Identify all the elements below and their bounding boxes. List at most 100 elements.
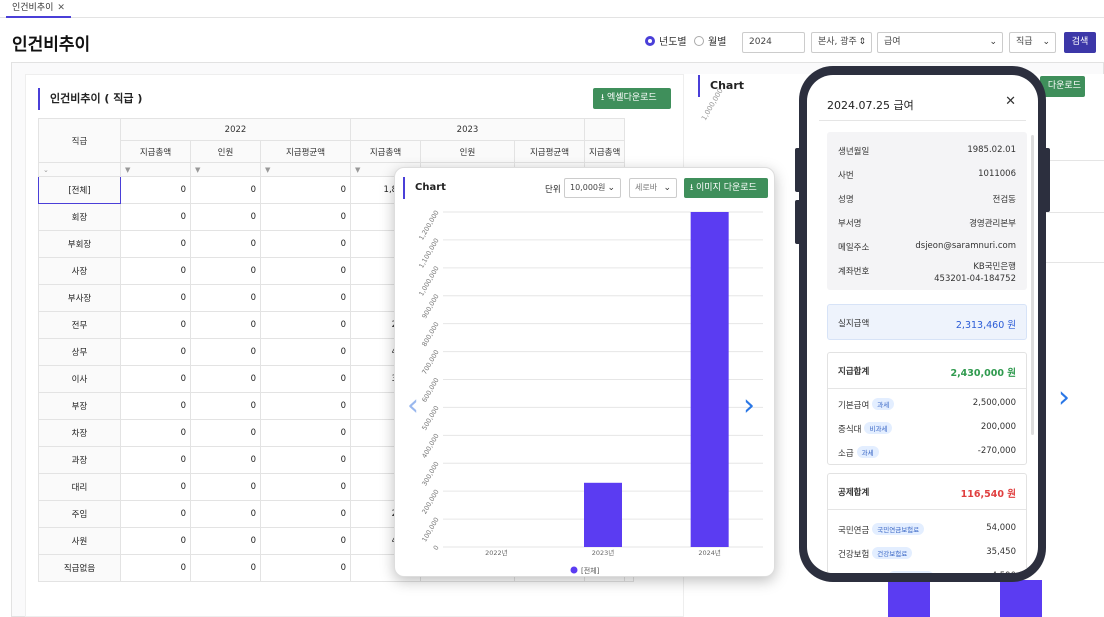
cell[interactable]: 0: [120, 365, 191, 393]
bar[interactable]: [584, 482, 622, 547]
row-label[interactable]: 사장: [38, 257, 121, 285]
cell[interactable]: 0: [190, 284, 261, 312]
cell[interactable]: 0: [260, 446, 351, 474]
cell[interactable]: 0: [190, 473, 261, 501]
header-rank[interactable]: 직급: [38, 118, 121, 163]
tax-tag: 건강보험료: [872, 547, 913, 559]
cell[interactable]: 0: [260, 365, 351, 393]
header-year-2022: 2022: [120, 118, 351, 141]
pay-type-select[interactable]: 급여 ⌄: [877, 32, 1003, 53]
filter-icon[interactable]: ▼: [260, 162, 351, 177]
cell[interactable]: 0: [120, 473, 191, 501]
cell[interactable]: 0: [260, 554, 351, 582]
cell[interactable]: 0: [190, 203, 261, 231]
row-label[interactable]: 과장: [38, 446, 121, 474]
cell[interactable]: 0: [120, 527, 191, 555]
next-arrow-icon[interactable]: ›: [1058, 380, 1070, 415]
cell[interactable]: 0: [260, 230, 351, 258]
info-key: 성명: [838, 195, 854, 205]
cell[interactable]: 0: [190, 554, 261, 582]
tax-tag: 과세: [856, 446, 879, 458]
legend-marker: [570, 566, 578, 574]
cell[interactable]: 0: [120, 392, 191, 420]
subheader[interactable]: 지급평균액: [514, 140, 585, 163]
cell[interactable]: 0: [190, 230, 261, 258]
cell[interactable]: 0: [120, 257, 191, 285]
subheader[interactable]: 지급총액: [350, 140, 421, 163]
cell[interactable]: 0: [120, 203, 191, 231]
row-label[interactable]: 부장: [38, 392, 121, 420]
radio-monthly[interactable]: 월별: [694, 36, 726, 50]
radio-yearly[interactable]: 년도별: [645, 36, 687, 50]
cell[interactable]: 0: [260, 392, 351, 420]
prev-arrow-icon[interactable]: ‹: [407, 388, 419, 423]
cell[interactable]: 0: [260, 257, 351, 285]
row-label[interactable]: 차장: [38, 419, 121, 447]
cell[interactable]: 0: [120, 338, 191, 366]
row-label[interactable]: 이사: [38, 365, 121, 393]
subheader[interactable]: 인원: [190, 140, 261, 163]
cell[interactable]: 0: [260, 473, 351, 501]
row-label[interactable]: 부사장: [38, 284, 121, 312]
next-arrow-icon[interactable]: ›: [743, 388, 755, 423]
row-label[interactable]: 대리: [38, 473, 121, 501]
cell[interactable]: 0: [190, 419, 261, 447]
cell[interactable]: 0: [190, 500, 261, 528]
cell[interactable]: 0: [190, 311, 261, 339]
info-key: 부서명: [838, 219, 862, 229]
cell[interactable]: 0: [260, 419, 351, 447]
cell[interactable]: 0: [260, 203, 351, 231]
cell[interactable]: 0: [260, 284, 351, 312]
group-select[interactable]: 직급 ⌄: [1009, 32, 1056, 53]
bar[interactable]: [690, 212, 729, 547]
row-label[interactable]: 상무: [38, 338, 121, 366]
row-label[interactable]: 주임: [38, 500, 121, 528]
row-label[interactable]: 전무: [38, 311, 121, 339]
cell[interactable]: 0: [120, 176, 191, 204]
cell[interactable]: 0: [120, 500, 191, 528]
filter-chevron-icon[interactable]: ⌄: [38, 162, 121, 177]
cell[interactable]: 0: [260, 176, 351, 204]
cell[interactable]: 0: [190, 527, 261, 555]
tab-labor-cost[interactable]: 인건비추이 ✕: [6, 0, 71, 18]
cell[interactable]: 0: [120, 419, 191, 447]
scrollbar[interactable]: [1031, 135, 1034, 435]
cell[interactable]: 0: [120, 446, 191, 474]
cell[interactable]: 0: [120, 311, 191, 339]
row-label[interactable]: 부회장: [38, 230, 121, 258]
site-select[interactable]: 본사, 광주 ⇕: [811, 32, 872, 53]
subheader[interactable]: 지급총액: [583, 140, 626, 163]
cell[interactable]: 0: [190, 446, 261, 474]
cell[interactable]: 0: [260, 311, 351, 339]
cell[interactable]: 0: [190, 338, 261, 366]
cell[interactable]: 0: [260, 338, 351, 366]
row-label[interactable]: [전체]: [38, 176, 121, 204]
row-label[interactable]: 직급없음: [38, 554, 121, 582]
subheader[interactable]: 인원: [420, 140, 515, 163]
cell[interactable]: 0: [190, 365, 261, 393]
info-value: 1011006: [978, 169, 1016, 179]
cell[interactable]: 0: [190, 257, 261, 285]
cell[interactable]: 0: [190, 176, 261, 204]
chart-download-button[interactable]: 다운로드: [1040, 76, 1085, 97]
row-label[interactable]: 사원: [38, 527, 121, 555]
close-icon[interactable]: ✕: [57, 3, 65, 13]
pay-card: 지급합계 2,430,000 원 기본급여 과세 2,500,000 중식대 비과세 20…: [827, 352, 1027, 465]
excel-download-button[interactable]: ⭳ 엑셀다운로드: [593, 88, 671, 109]
filter-icon[interactable]: ▼: [190, 162, 261, 177]
subheader[interactable]: 지급총액: [120, 140, 191, 163]
close-icon[interactable]: ✕: [1005, 94, 1016, 109]
subheader[interactable]: 지급평균액: [260, 140, 351, 163]
year-input[interactable]: 2024: [742, 32, 805, 53]
search-button[interactable]: 검색: [1064, 32, 1096, 53]
cell[interactable]: 0: [190, 392, 261, 420]
cell[interactable]: 0: [260, 527, 351, 555]
cell[interactable]: 0: [120, 554, 191, 582]
row-label[interactable]: 회장: [38, 203, 121, 231]
filter-icon[interactable]: ▼: [120, 162, 191, 177]
legend-label[interactable]: [전체]: [581, 566, 600, 575]
y-tick-label: 600,000: [420, 377, 440, 404]
cell[interactable]: 0: [120, 284, 191, 312]
cell[interactable]: 0: [120, 230, 191, 258]
cell[interactable]: 0: [260, 500, 351, 528]
